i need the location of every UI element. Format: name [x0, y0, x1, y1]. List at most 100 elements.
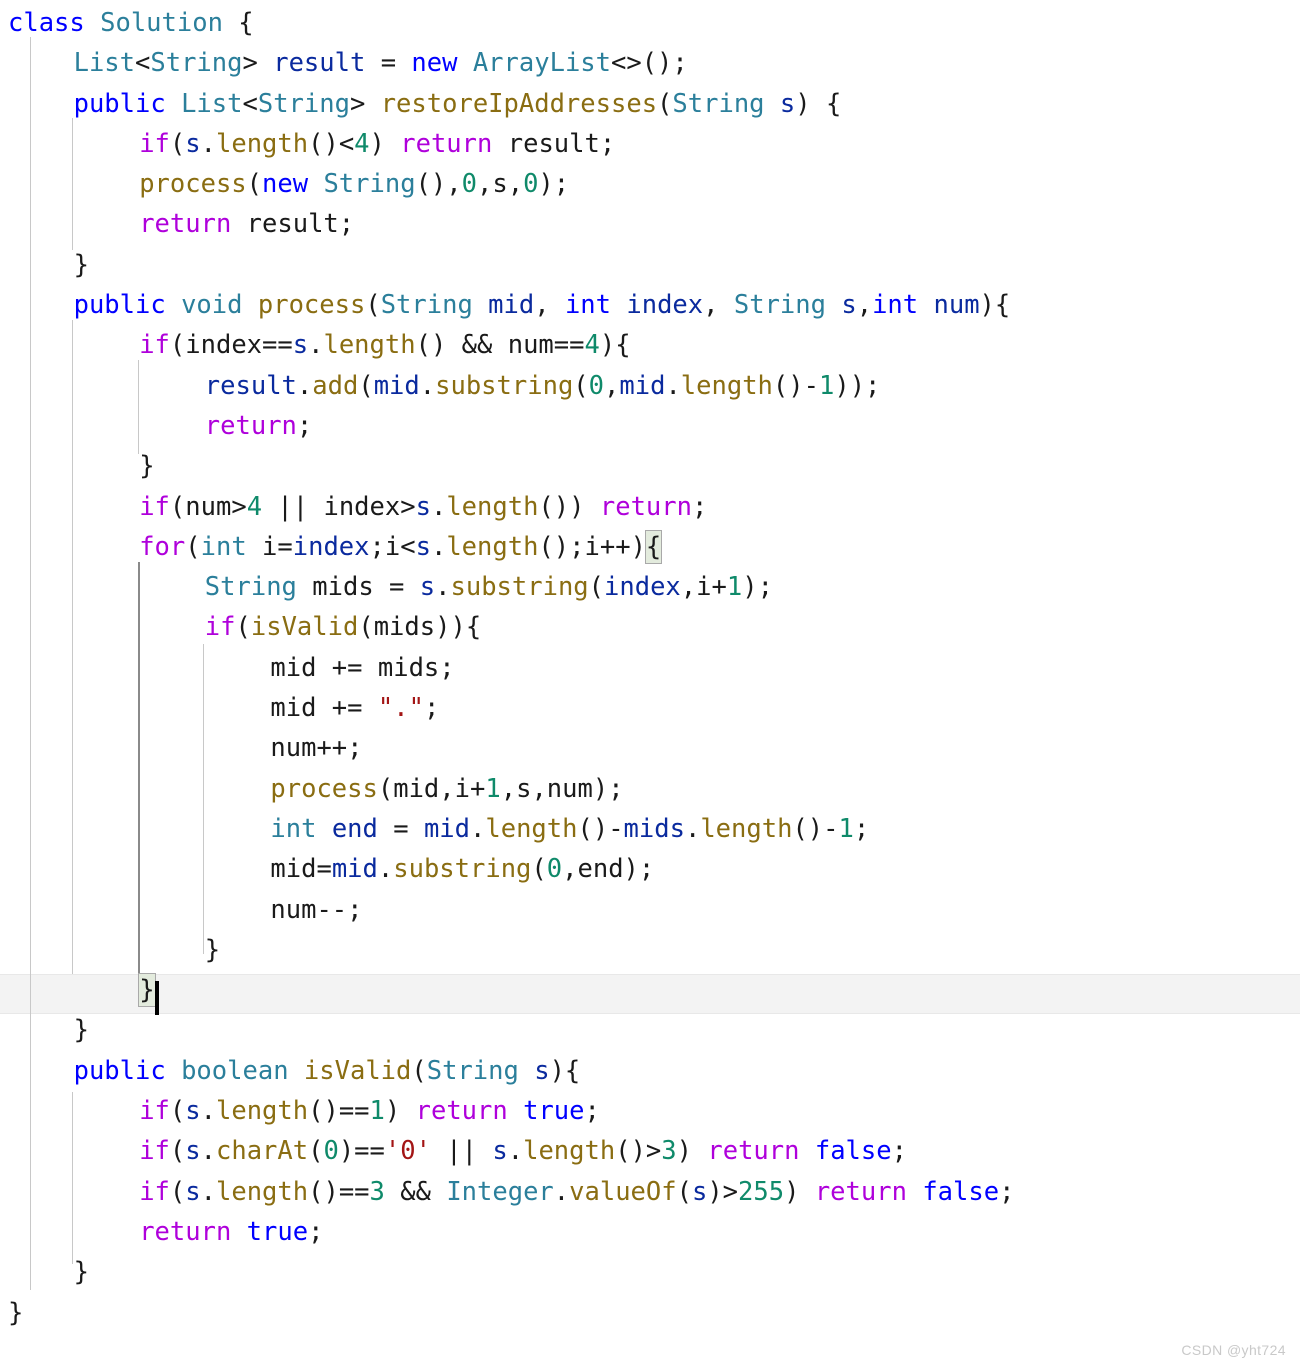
code-token: ); — [592, 773, 624, 804]
code-line[interactable]: public List<String> restoreIpAddresses(S… — [0, 84, 1300, 124]
code-token: ){ — [979, 290, 1011, 321]
code-line[interactable]: if(isValid(mids)){ — [0, 607, 1300, 647]
code-token: List — [181, 88, 243, 119]
code-token: . — [200, 1096, 216, 1127]
code-token: substring — [393, 854, 532, 885]
code-token: = — [316, 854, 332, 885]
code-line[interactable]: return result; — [0, 204, 1300, 244]
code-token: substring — [435, 370, 574, 401]
code-line[interactable]: List<String> result = new ArrayList<>(); — [0, 43, 1300, 83]
code-token: s — [415, 531, 431, 562]
code-token: length — [700, 813, 793, 844]
code-token: false — [922, 1176, 1000, 1207]
code-line[interactable]: public boolean isValid(String s){ — [0, 1051, 1300, 1091]
code-content[interactable]: class Solution {List<String> result = ne… — [0, 0, 1300, 1333]
code-token: num — [933, 290, 980, 321]
code-token: result — [273, 48, 366, 79]
code-token: if — [139, 1136, 170, 1167]
code-token: s — [419, 572, 436, 603]
code-token: } — [73, 1257, 89, 1288]
code-line[interactable]: if(num>4 || index>s.length()) return; — [0, 487, 1300, 527]
code-token: new — [411, 48, 458, 79]
code-token: public — [73, 1055, 166, 1086]
code-token: ; — [691, 491, 708, 522]
code-token: ; — [369, 531, 385, 562]
code-line[interactable]: } — [0, 1252, 1300, 1292]
code-line[interactable]: process(new String(),0,s,0); — [0, 164, 1300, 204]
code-token: "." — [377, 693, 424, 724]
code-token: = — [373, 572, 420, 603]
code-token: ){ — [549, 1055, 581, 1086]
code-token: ( — [411, 1055, 427, 1086]
code-token: ; — [891, 1136, 907, 1167]
code-token: if — [204, 612, 236, 643]
code-token: = — [377, 813, 424, 844]
code-token: List — [73, 48, 136, 79]
code-line[interactable]: mid=mid.substring(0,end); — [0, 849, 1300, 889]
code-token: return — [599, 491, 692, 522]
code-line[interactable]: if(index==s.length() && num==4){ — [0, 325, 1300, 365]
code-token: return — [814, 1176, 907, 1207]
code-line[interactable]: mid += mids; — [0, 648, 1300, 688]
code-line[interactable]: for(int i=index;i<s.length();i++){ — [0, 527, 1300, 567]
code-token: 1 — [369, 1096, 385, 1127]
code-token: && — [384, 1176, 447, 1207]
code-token: isValid — [303, 1055, 412, 1086]
code-token: boolean — [181, 1055, 289, 1086]
code-line[interactable]: mid += "."; — [0, 688, 1300, 728]
code-line[interactable]: result.add(mid.substring(0,mid.length()-… — [0, 366, 1300, 406]
code-token: s — [841, 290, 857, 321]
code-token: true — [523, 1096, 585, 1127]
code-token: ( — [169, 1176, 186, 1207]
code-token: true — [246, 1216, 309, 1247]
code-line[interactable]: } — [0, 930, 1300, 970]
code-token: , — [562, 854, 578, 885]
code-token: result — [246, 209, 339, 240]
code-token: Solution — [100, 8, 223, 38]
code-line[interactable]: public void process(String mid, int inde… — [0, 285, 1300, 325]
code-token: 0 — [323, 1136, 339, 1167]
code-token: ( — [169, 128, 186, 159]
code-token: += — [316, 652, 378, 683]
code-line[interactable]: if(s.length()<4) return result; — [0, 124, 1300, 164]
code-token: . — [200, 1136, 216, 1167]
code-line[interactable]: class Solution { — [0, 3, 1300, 43]
code-token: mid — [270, 854, 317, 885]
brace-match-highlight: { — [644, 529, 663, 564]
code-token: ; — [853, 813, 870, 844]
code-token: ); — [742, 572, 773, 603]
code-token: . — [430, 531, 447, 562]
code-line[interactable]: return; — [0, 406, 1300, 446]
code-line[interactable]: if(s.charAt(0)=='0' || s.length()>3) ret… — [0, 1131, 1300, 1171]
code-line[interactable]: } — [0, 1010, 1300, 1050]
code-line[interactable]: process(mid,i+1,s,num); — [0, 769, 1300, 809]
code-line[interactable]: if(s.length()==1) return true; — [0, 1091, 1300, 1131]
code-line[interactable]: } — [0, 1293, 1300, 1333]
code-line[interactable]: } — [0, 245, 1300, 285]
code-token: length — [680, 370, 773, 401]
code-line[interactable]: if(s.length()==3 && Integer.valueOf(s)>2… — [0, 1172, 1300, 1212]
code-line[interactable]: String mids = s.substring(index,i+1); — [0, 567, 1300, 607]
code-line[interactable]: } — [0, 970, 1300, 1010]
code-token: valueOf — [569, 1176, 677, 1207]
code-token: , — [680, 572, 697, 603]
code-line[interactable]: num--; — [0, 890, 1300, 930]
code-token: ( — [377, 773, 394, 804]
code-line[interactable]: int end = mid.length()-mids.length()-1; — [0, 809, 1300, 849]
code-line[interactable]: return true; — [0, 1212, 1300, 1252]
code-token: (); — [538, 531, 585, 562]
code-editor[interactable]: class Solution {List<String> result = ne… — [0, 0, 1300, 1370]
code-line[interactable]: num++; — [0, 728, 1300, 768]
code-token: return — [400, 128, 493, 159]
code-token: ) — [369, 128, 401, 159]
code-line[interactable]: } — [0, 446, 1300, 486]
code-token: . — [419, 370, 436, 401]
code-token: s — [185, 1176, 201, 1207]
